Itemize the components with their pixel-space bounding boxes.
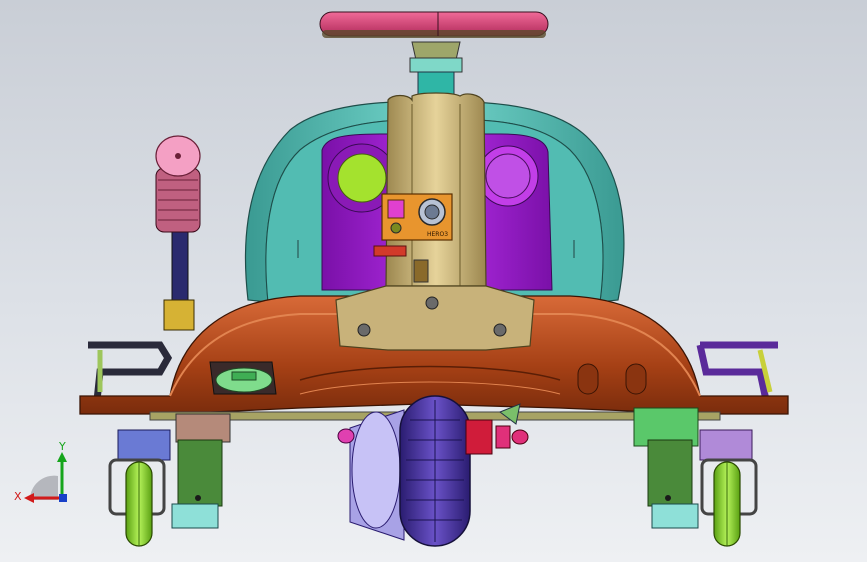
steering-wheel[interactable] (319, 11, 549, 38)
bolt (493, 323, 507, 337)
bolt (425, 296, 439, 310)
left-caster-wheel[interactable] (108, 429, 171, 547)
column-mount[interactable] (335, 285, 535, 351)
left-indicator-light[interactable] (337, 153, 387, 203)
headlight[interactable] (209, 361, 277, 395)
camera-brand-label: HERO3 (427, 231, 448, 238)
coordinate-triad[interactable]: Y X (0, 430, 90, 510)
x-axis-label: X (14, 490, 22, 503)
y-axis-label: Y (59, 440, 66, 453)
camera-button[interactable] (390, 222, 402, 234)
axle-cap-left (337, 428, 355, 444)
right-indicator-light[interactable] (485, 153, 531, 199)
left-caster-leg[interactable] (171, 439, 223, 529)
go-kart-3d-model[interactable]: HERO3 (0, 0, 867, 562)
camera-indicator (387, 199, 405, 219)
z-axis-marker (59, 494, 67, 502)
steering-column[interactable] (385, 92, 487, 287)
brake-caliper[interactable] (465, 419, 529, 455)
front-wheel[interactable] (349, 395, 471, 547)
bolt (357, 323, 371, 337)
right-caster-leg[interactable] (633, 407, 699, 529)
cad-viewport[interactable]: HERO3 Y X (0, 0, 867, 562)
left-handlebar[interactable] (155, 135, 201, 331)
axle-support-left (175, 413, 231, 443)
triad-base (29, 475, 58, 500)
right-caster-wheel[interactable] (699, 429, 758, 547)
